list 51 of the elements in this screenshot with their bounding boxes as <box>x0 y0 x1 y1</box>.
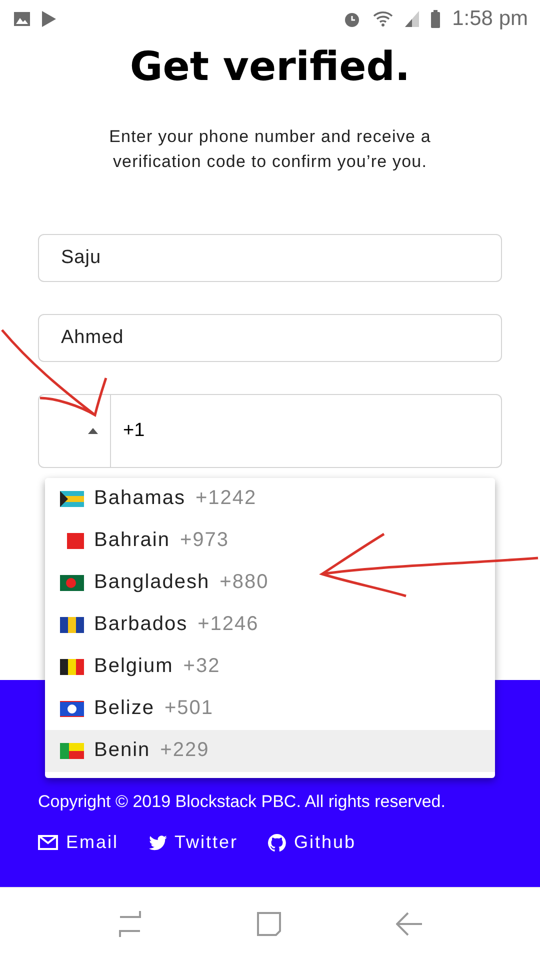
flag-icon <box>60 700 84 717</box>
country-name: Bahrain <box>94 529 170 552</box>
country-option[interactable]: Benin +229 <box>45 730 495 772</box>
play-store-icon <box>42 10 56 27</box>
country-option[interactable]: Belgium +32 <box>45 646 495 688</box>
battery-icon <box>431 10 440 28</box>
footer-link[interactable]: Twitter <box>148 832 238 854</box>
flag-icon <box>60 742 84 759</box>
signal-icon <box>405 10 420 27</box>
country-name: Barbados <box>94 613 188 636</box>
country-option[interactable]: Bahrain +973 <box>45 520 495 562</box>
image-icon <box>14 12 30 26</box>
page-title: Get verified. <box>130 44 410 90</box>
flag-icon <box>60 574 84 591</box>
bird-icon <box>148 834 167 851</box>
footer-link[interactable]: Email <box>38 832 119 854</box>
clock-time: 1:58 pm <box>452 6 528 31</box>
instructions-text: Enter your phone number and receive a verification code to confirm you’re you. <box>108 126 432 173</box>
name-field[interactable]: Ahmed <box>38 314 502 362</box>
name-field[interactable]: Saju <box>38 234 502 282</box>
phone-number-field[interactable]: +1 <box>111 394 502 468</box>
flag-icon <box>60 616 84 633</box>
flag-icon <box>60 490 84 507</box>
email-icon <box>38 835 58 850</box>
home-icon[interactable] <box>256 912 281 936</box>
flag-icon <box>60 532 84 549</box>
dial-code: +229 <box>160 739 210 762</box>
country-name: Bahamas <box>94 487 186 510</box>
caret-icon <box>88 428 98 434</box>
country-option[interactable]: Belize +501 <box>45 688 495 730</box>
recents-icon[interactable] <box>118 911 142 938</box>
back-icon[interactable] <box>396 912 422 936</box>
country-option[interactable]: Bahamas +1242 <box>45 478 495 520</box>
copyright-text: Copyright © 2019 Blockstack PBC. All rights reserved. <box>38 792 446 812</box>
country-name: Belize <box>94 697 154 720</box>
country-name: Benin <box>94 739 150 762</box>
dial-code: +880 <box>220 571 269 594</box>
flag-icon <box>60 658 84 675</box>
dial-code: +32 <box>183 655 220 678</box>
country-select[interactable] <box>38 394 111 468</box>
github-icon <box>268 834 286 852</box>
country-name: Bangladesh <box>94 571 210 594</box>
dial-code: +1246 <box>198 613 259 636</box>
dial-code: +973 <box>180 529 229 552</box>
country-name: Belgium <box>94 655 174 678</box>
dial-code: +1242 <box>196 487 257 510</box>
dial-code: +501 <box>164 697 214 720</box>
country-option[interactable]: Bangladesh +880 <box>45 562 495 604</box>
country-option[interactable]: Barbados +1246 <box>45 604 495 646</box>
wifi-icon <box>373 10 394 27</box>
footer-link[interactable]: Github <box>268 832 356 854</box>
